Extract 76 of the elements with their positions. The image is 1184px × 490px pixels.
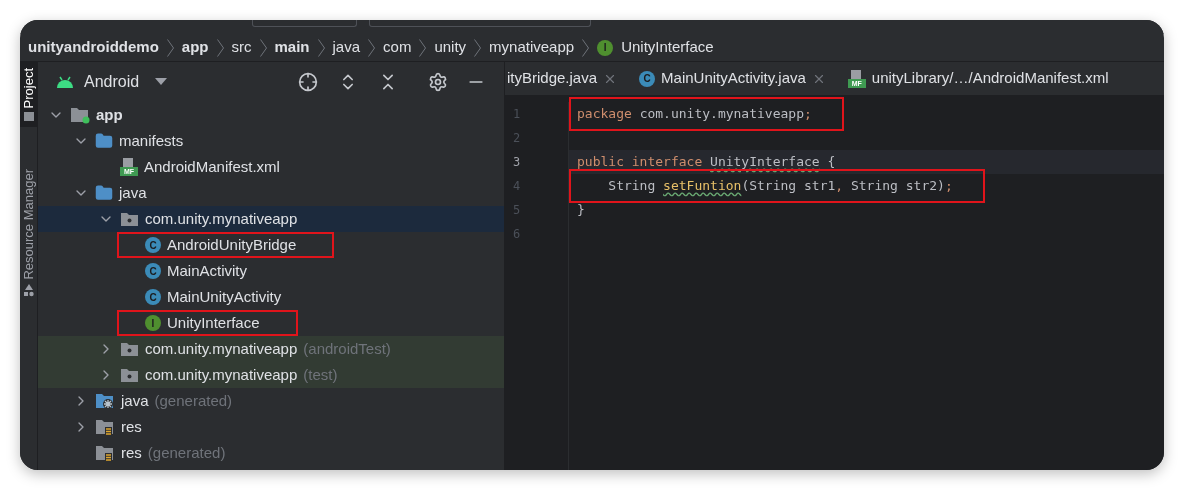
side-tab[interactable]: Project	[20, 62, 37, 128]
tree-item[interactable]: app	[38, 102, 504, 128]
breadcrumb-item[interactable]: main	[274, 36, 310, 59]
side-tab[interactable]: Resource Manager	[20, 163, 37, 305]
tree-item-suffix: (androidTest)	[303, 338, 391, 359]
shapes-icon	[23, 284, 34, 299]
tree-item-label: java	[119, 182, 147, 203]
tree-item-label: res	[121, 416, 142, 437]
code-line: public interface UnityInterface {	[577, 153, 836, 172]
tree-item[interactable]: manifests	[38, 128, 504, 154]
package-folder-icon	[120, 341, 139, 357]
breadcrumb-item[interactable]: mynativeapp	[489, 36, 575, 59]
breadcrumb-item[interactable]: src	[231, 36, 252, 59]
tree-item-label: com.unity.mynativeapp	[145, 364, 298, 385]
code-line: String setFuntion(String str1, String str2);	[571, 171, 983, 201]
breadcrumb-item[interactable]: unity	[434, 36, 467, 59]
resource-folder-icon	[95, 444, 115, 462]
breadcrumb-separator-icon	[166, 38, 174, 57]
gear-folder-icon	[95, 392, 115, 410]
tree-item-label: com.unity.mynativeapp	[145, 208, 298, 229]
breadcrumb-separator-icon	[317, 38, 325, 57]
class-icon: C	[145, 289, 161, 305]
breadcrumb-item[interactable]: unityandroiddemo	[28, 36, 159, 59]
tree-item[interactable]: res (generated)	[38, 440, 504, 466]
tree-item-label: UnityInterface	[167, 312, 260, 333]
tree-item[interactable]: java (generated)	[38, 388, 504, 414]
tree-item[interactable]: com.unity.mynativeapp (test)	[38, 362, 504, 388]
tree-item[interactable]: java	[38, 180, 504, 206]
breadcrumb-item[interactable]: app	[181, 36, 209, 59]
breadcrumb-item[interactable]: java	[332, 36, 361, 59]
breadcrumb-separator-icon	[582, 38, 590, 57]
breadcrumb-separator-icon	[216, 38, 224, 57]
tree-item-label: MainUnityActivity	[167, 286, 282, 307]
breadcrumb-separator-icon	[259, 38, 267, 57]
tree-item[interactable]: C MainActivity	[38, 258, 504, 284]
tree-item-label: java	[121, 390, 149, 411]
editor-tab[interactable]: ityBridge.java	[505, 62, 626, 95]
class-icon: C	[145, 237, 161, 253]
editor-tab[interactable]: C MainUnityActivity.java	[625, 62, 834, 95]
interface-icon: I	[597, 39, 614, 56]
tree-item-label: AndroidUnityBridge	[167, 234, 297, 255]
breadcrumb-item[interactable]: com	[383, 36, 412, 59]
resource-folder-icon	[95, 418, 115, 436]
package-folder-icon	[120, 367, 139, 383]
class-icon: C	[145, 263, 161, 279]
tree-item[interactable]: C MainUnityActivity	[38, 284, 504, 310]
tree-item-label: MainActivity	[167, 260, 248, 281]
code-line: package com.unity.mynativeapp;	[571, 99, 842, 129]
module-folder-icon	[70, 106, 90, 124]
tree-item-suffix: (test)	[303, 364, 338, 385]
class-icon: C	[639, 70, 656, 87]
interface-icon: I	[145, 315, 161, 331]
tree-item-label: AndroidManifest.xml	[144, 156, 280, 177]
code-line: }	[577, 201, 585, 220]
tree-item[interactable]: com.unity.mynativeapp (androidTest)	[38, 336, 504, 362]
tree-item[interactable]: res	[38, 414, 504, 440]
android-icon	[56, 76, 74, 88]
breadcrumb-separator-icon	[419, 38, 427, 57]
tree-item-label: app	[96, 104, 123, 125]
breadcrumb-separator-icon	[474, 38, 482, 57]
tree-item[interactable]: I UnityInterface	[38, 310, 504, 336]
tree-item[interactable]: com.unity.mynativeapp	[38, 206, 504, 232]
line-number: 3	[512, 154, 522, 171]
locate-icon[interactable]	[298, 72, 318, 92]
breadcrumb-separator-icon	[368, 38, 376, 57]
dropdown-caret-icon[interactable]	[155, 78, 168, 86]
tree-item-suffix: (generated)	[147, 442, 226, 463]
package-folder-icon	[120, 211, 139, 227]
tree-item-label: manifests	[119, 130, 184, 151]
breadcrumb-item[interactable]: UnityInterface	[621, 36, 714, 59]
tree-item-label: com.unity.mynativeapp	[145, 338, 298, 359]
tree-item-suffix: (generated)	[154, 390, 233, 411]
view-selector[interactable]: Android	[84, 70, 140, 94]
tree-item-label: res	[121, 442, 142, 463]
settings-icon[interactable]	[428, 72, 448, 92]
tree-item[interactable]: C AndroidUnityBridge	[38, 232, 504, 258]
